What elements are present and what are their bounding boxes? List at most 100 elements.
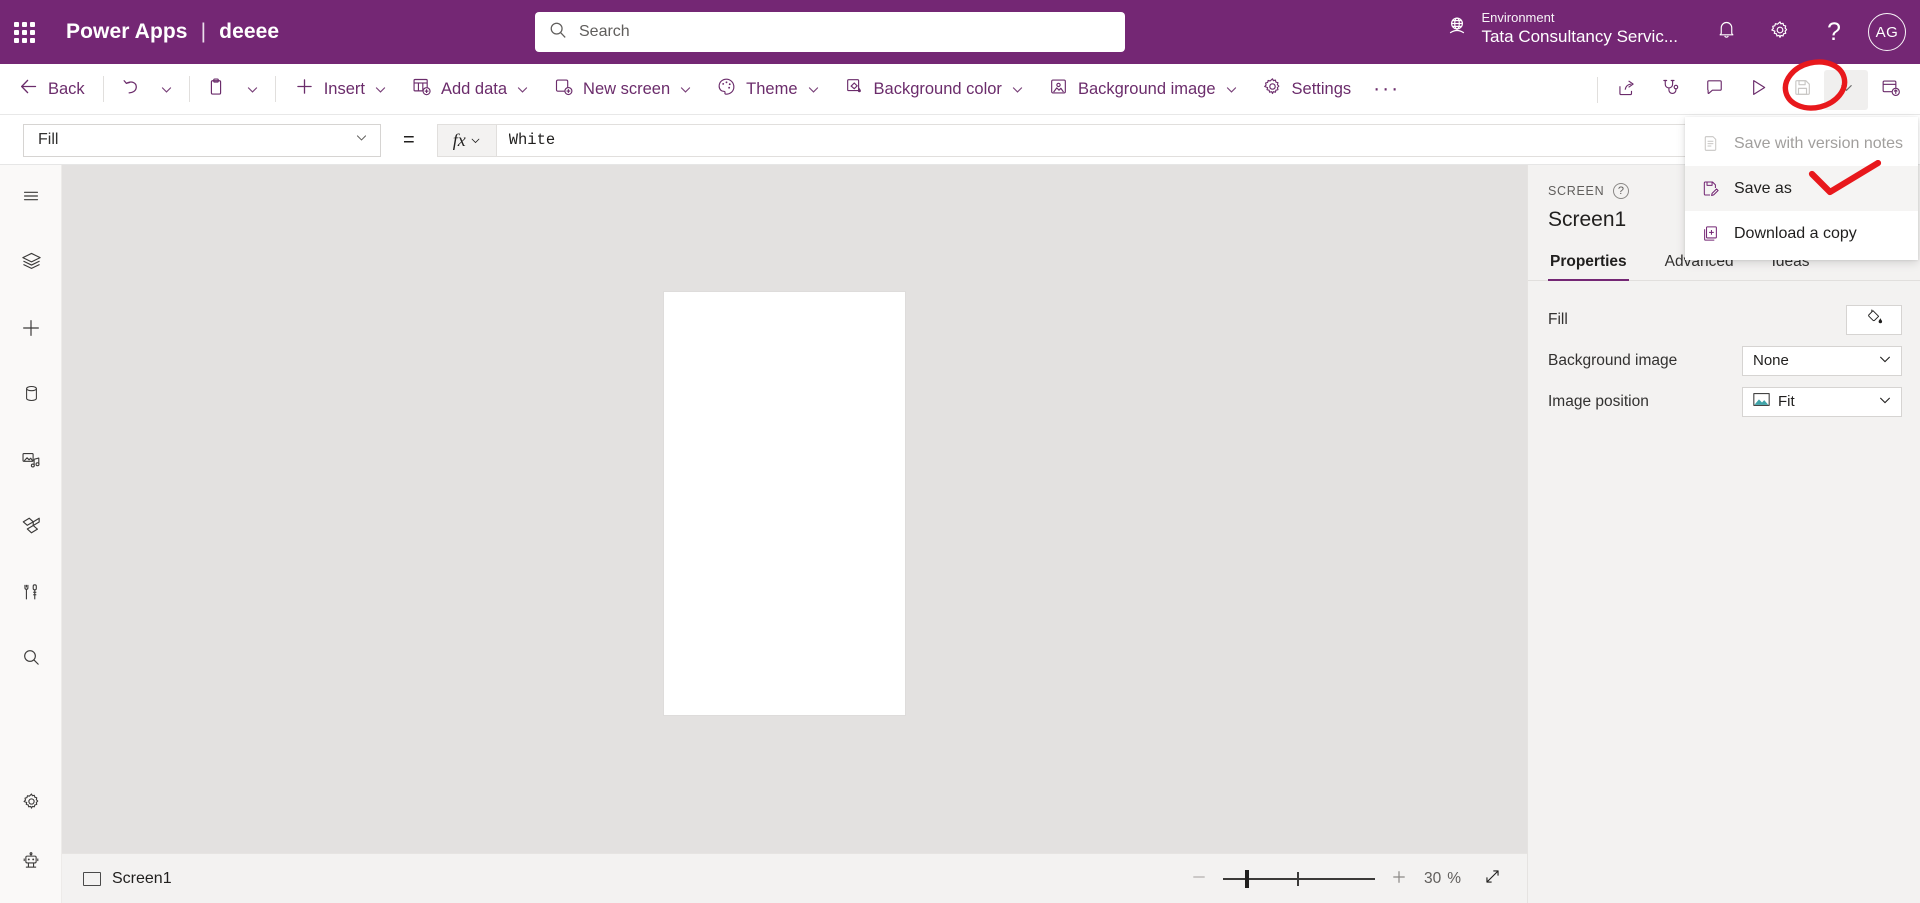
app-name-label: deeee <box>219 20 279 44</box>
rail-copilot[interactable] <box>0 839 62 889</box>
status-screen-chip[interactable]: Screen1 <box>83 870 172 888</box>
rail-variables[interactable] <box>0 569 62 619</box>
search-icon <box>21 647 42 673</box>
background-color-label: Background color <box>874 80 1002 99</box>
environment-name: Tata Consultancy Servic... <box>1481 26 1678 47</box>
background-image-label: Background image <box>1078 80 1216 99</box>
rail-tree-view[interactable] <box>0 239 62 289</box>
brand-title[interactable]: Power Apps | deeee <box>66 20 279 44</box>
image-position-select[interactable]: Fit <box>1742 387 1902 417</box>
image-position-value: Fit <box>1778 393 1795 410</box>
notifications-button[interactable] <box>1704 10 1748 54</box>
property-selector[interactable]: Fill <box>23 124 381 157</box>
chevron-down-icon <box>1011 83 1024 96</box>
question-icon: ? <box>1827 20 1841 45</box>
rail-search[interactable] <box>0 635 62 685</box>
settings-button[interactable] <box>1758 10 1802 54</box>
background-image-select[interactable]: None <box>1742 346 1902 376</box>
save-options-chevron[interactable] <box>1824 70 1868 110</box>
share-button[interactable] <box>1604 70 1648 110</box>
screen-preview-surface[interactable] <box>664 292 905 715</box>
property-selector-value: Fill <box>38 131 58 149</box>
menu-item-save-with-version-notes[interactable]: Save with version notes <box>1685 121 1918 166</box>
add-data-button[interactable]: Add data <box>400 69 540 109</box>
fit-to-screen-diagonal-icon <box>1483 867 1502 891</box>
rail-media[interactable] <box>0 437 62 487</box>
comments-button[interactable] <box>1692 70 1736 110</box>
gear-icon <box>1769 19 1791 46</box>
tab-properties[interactable]: Properties <box>1548 248 1629 280</box>
preview-app-button[interactable] <box>1736 70 1780 110</box>
arrow-left-icon <box>18 76 39 102</box>
new-screen-button[interactable]: New screen <box>542 69 703 109</box>
chevron-down-icon <box>1878 393 1892 411</box>
fx-button[interactable]: fx <box>437 124 497 157</box>
comments-icon <box>1704 77 1725 103</box>
rail-power-automate[interactable] <box>0 503 62 553</box>
download-copy-icon <box>1699 224 1721 243</box>
image-thumbnail-icon <box>1753 392 1770 411</box>
global-search[interactable] <box>535 12 1125 52</box>
zoom-value: 30 <box>1415 870 1441 888</box>
zoom-out-button[interactable] <box>1183 863 1215 895</box>
undo-button[interactable] <box>111 69 149 109</box>
settings-button[interactable]: Settings <box>1251 69 1363 109</box>
play-preview-icon <box>1748 77 1769 103</box>
help-button[interactable]: ? <box>1812 10 1856 54</box>
separator <box>1597 77 1598 103</box>
insert-button[interactable]: Insert <box>283 69 398 109</box>
rail-settings[interactable] <box>0 779 62 829</box>
publish-button[interactable] <box>1868 70 1912 110</box>
gear-icon <box>1262 76 1283 102</box>
fit-to-screen-button[interactable] <box>1475 863 1509 895</box>
property-row-background-image: Background image None <box>1548 340 1902 381</box>
undo-options-button[interactable] <box>151 69 182 109</box>
top-header-bar: Power Apps | deeee Environment Tata Cons… <box>0 0 1920 64</box>
ellipsis-icon: ··· <box>1373 83 1400 96</box>
menu-item-save-as[interactable]: Save as <box>1685 166 1918 211</box>
equals-sign: = <box>403 129 415 152</box>
variables-tools-icon <box>20 581 42 608</box>
zoom-slider-midpoint-tick <box>1297 872 1299 886</box>
chevron-down-icon <box>679 83 692 96</box>
fx-label: fx <box>453 130 466 151</box>
rail-data[interactable] <box>0 371 62 421</box>
question-circle-icon[interactable]: ? <box>1613 183 1629 199</box>
paste-button[interactable] <box>197 69 235 109</box>
theme-button[interactable]: Theme <box>705 69 830 109</box>
back-button[interactable]: Back <box>1 69 96 109</box>
environment-selector[interactable]: Environment Tata Consultancy Servic... <box>1445 10 1678 48</box>
command-bar-right-group <box>1591 64 1912 115</box>
zoom-in-button[interactable] <box>1383 863 1415 895</box>
chevron-down-icon <box>374 83 387 96</box>
menu-item-download-a-copy[interactable]: Download a copy <box>1685 211 1918 256</box>
background-color-button[interactable]: Background color <box>833 69 1035 109</box>
background-image-value: None <box>1753 352 1789 369</box>
zoom-slider-thumb[interactable] <box>1245 870 1249 888</box>
search-input[interactable] <box>579 23 1111 41</box>
avatar[interactable]: AG <box>1868 13 1906 51</box>
zoom-slider[interactable] <box>1223 863 1375 895</box>
data-cylinder-icon <box>21 383 42 409</box>
share-icon <box>1616 77 1637 103</box>
clipboard-icon <box>206 77 226 102</box>
save-button[interactable] <box>1780 70 1824 110</box>
paste-options-button[interactable] <box>237 69 268 109</box>
properties-panel: SCREEN ? Screen1 Properties Advanced Ide… <box>1527 165 1920 903</box>
app-launcher-button[interactable] <box>0 0 48 64</box>
app-launcher-grid-icon <box>14 22 35 43</box>
add-data-grid-icon <box>411 76 432 102</box>
background-image-button[interactable]: Background image <box>1037 69 1249 109</box>
overflow-menu-button[interactable]: ··· <box>1364 69 1409 109</box>
brand-label: Power Apps <box>66 20 188 44</box>
fill-color-button[interactable] <box>1846 305 1902 335</box>
app-checker-button[interactable] <box>1648 70 1692 110</box>
background-image-icon <box>1048 76 1069 102</box>
background-color-icon <box>844 76 865 102</box>
hamburger-menu-icon <box>20 185 42 212</box>
rail-insert[interactable] <box>0 305 62 355</box>
app-canvas[interactable] <box>62 165 1527 853</box>
status-bar: Screen1 30 % <box>62 853 1527 903</box>
chevron-down-icon <box>807 83 820 96</box>
rail-hamburger-menu[interactable] <box>0 173 62 223</box>
